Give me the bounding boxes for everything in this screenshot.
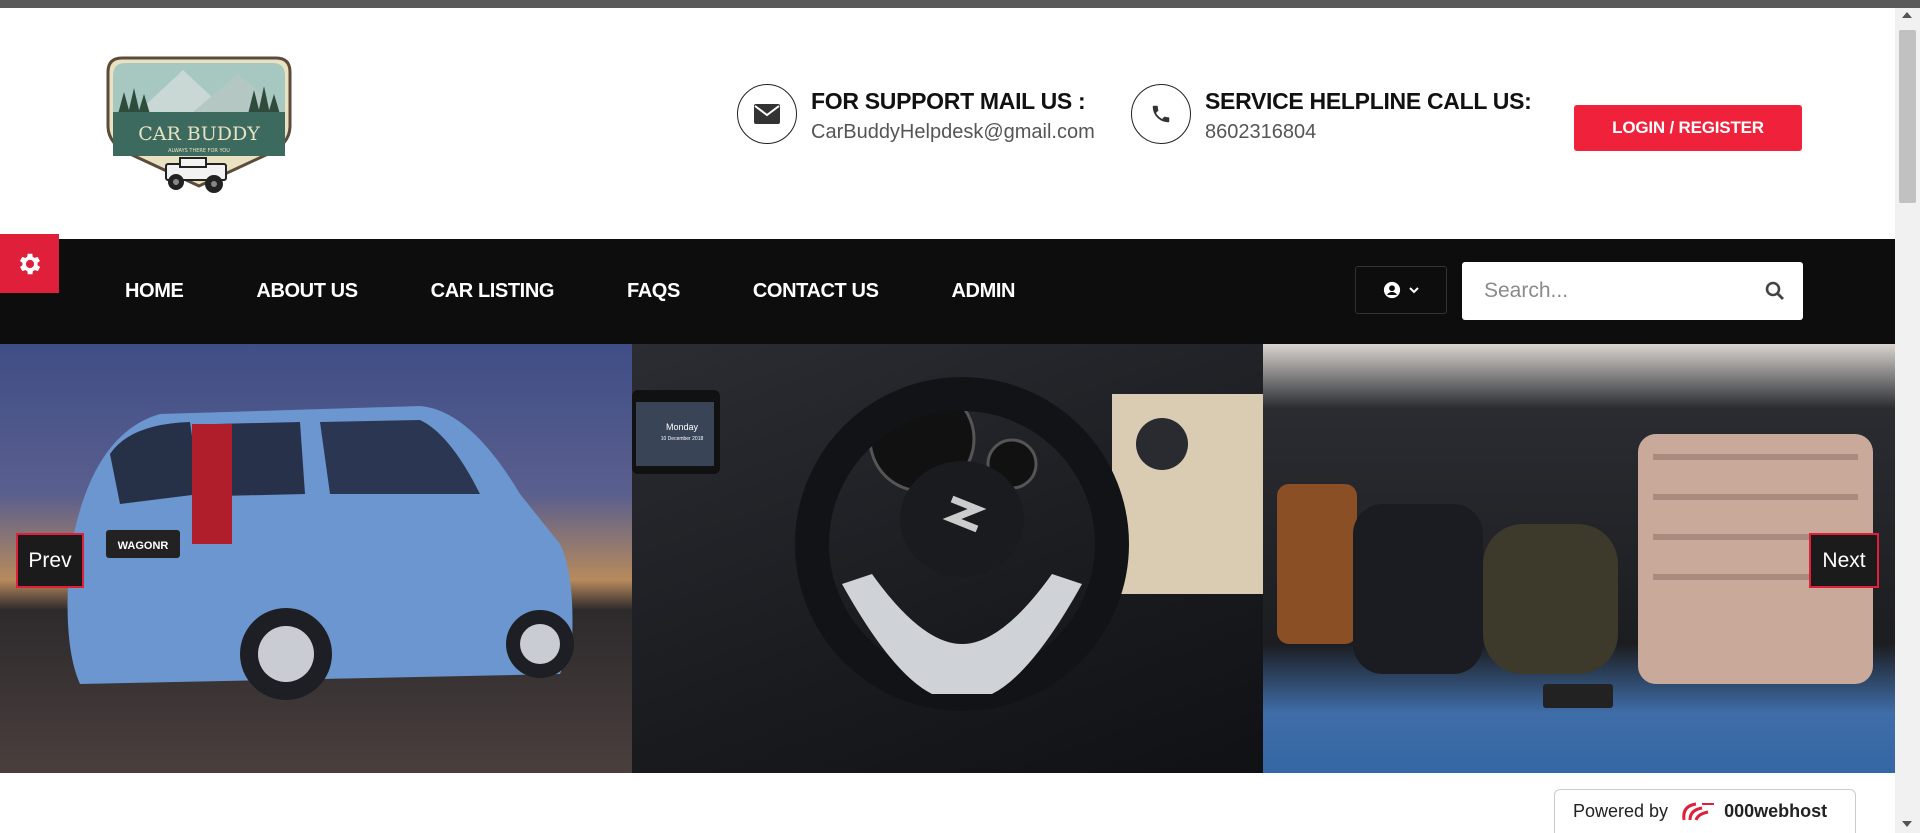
nav-item-faqs[interactable]: FAQS xyxy=(627,280,680,303)
car-exterior-image: WAGONR xyxy=(67,406,574,700)
scroll-down-arrow-icon[interactable] xyxy=(1902,821,1912,827)
search-box xyxy=(1462,262,1803,320)
nav-item-about-us[interactable]: ABOUT US xyxy=(256,280,358,303)
slider-next-button[interactable]: Next xyxy=(1809,533,1879,588)
login-register-button[interactable]: LOGIN / REGISTER xyxy=(1574,105,1802,151)
envelope-icon xyxy=(737,84,797,144)
nav-item-contact-us[interactable]: CONTACT US xyxy=(753,280,879,303)
user-circle-icon xyxy=(1383,281,1401,299)
site-logo[interactable]: CAR BUDDY ALWAYS THERE FOR YOU xyxy=(98,52,300,198)
screen-date-text: 10 December 2018 xyxy=(661,436,704,442)
powered-by-brand: 000webhost xyxy=(1724,801,1828,821)
luggage-boot-image xyxy=(1277,434,1873,708)
helpline-block: SERVICE HELPLINE CALL US: 8602316804 xyxy=(1131,84,1532,144)
site-header: CAR BUDDY ALWAYS THERE FOR YOU FOR SUPPO… xyxy=(0,8,1895,239)
nav-item-admin[interactable]: ADMIN xyxy=(952,280,1016,303)
nav-item-home[interactable]: HOME xyxy=(125,280,184,303)
scroll-up-arrow-icon[interactable] xyxy=(1902,12,1912,18)
powered-by-badge[interactable]: Powered by 000webhost xyxy=(1554,789,1856,833)
gear-icon xyxy=(19,253,40,274)
page-scrollbar[interactable] xyxy=(1895,8,1920,833)
image-slider: WAGONR Monday 10 December 2018 Prev Next xyxy=(0,344,1895,773)
nav-item-car-listing[interactable]: CAR LISTING xyxy=(431,280,555,303)
logo-badge: CAR BUDDY ALWAYS THERE FOR YOU xyxy=(106,56,292,193)
support-mail-title: FOR SUPPORT MAIL US : xyxy=(811,88,1086,114)
powered-by-prefix: Powered by xyxy=(1573,801,1669,821)
settings-toggle-button[interactable] xyxy=(0,234,59,293)
slide-luggage-boot xyxy=(1263,344,1895,773)
page: CAR BUDDY ALWAYS THERE FOR YOU FOR SUPPO… xyxy=(0,8,1895,833)
webhost-logo-icon xyxy=(1682,802,1715,821)
screen-day-text: Monday xyxy=(666,422,699,432)
helpline-number[interactable]: 8602316804 xyxy=(1205,121,1531,144)
support-mail-block: FOR SUPPORT MAIL US : CarBuddyHelpdesk@g… xyxy=(737,84,1095,144)
slide-car-exterior: WAGONR xyxy=(0,344,632,773)
car-model-badge: WAGONR xyxy=(118,540,169,552)
slider-prev-button[interactable]: Prev xyxy=(16,533,84,588)
steering-interior-image: Monday 10 December 2018 xyxy=(632,377,1263,711)
scrollbar-thumb[interactable] xyxy=(1899,30,1916,203)
search-input[interactable] xyxy=(1462,262,1752,320)
browser-top-strip xyxy=(0,0,1920,8)
logo-tagline: ALWAYS THERE FOR YOU xyxy=(168,148,230,154)
user-dropdown[interactable] xyxy=(1355,266,1447,314)
search-icon[interactable] xyxy=(1765,281,1785,301)
nav-menu: HOME ABOUT US CAR LISTING FAQS CONTACT U… xyxy=(125,239,1088,344)
slide-steering-interior: Monday 10 December 2018 xyxy=(632,344,1263,773)
chevron-down-icon xyxy=(1409,287,1419,294)
support-mail-address[interactable]: CarBuddyHelpdesk@gmail.com xyxy=(811,121,1095,144)
helpline-title: SERVICE HELPLINE CALL US: xyxy=(1205,88,1532,114)
logo-name: CAR BUDDY xyxy=(138,123,260,145)
phone-icon xyxy=(1131,84,1191,144)
